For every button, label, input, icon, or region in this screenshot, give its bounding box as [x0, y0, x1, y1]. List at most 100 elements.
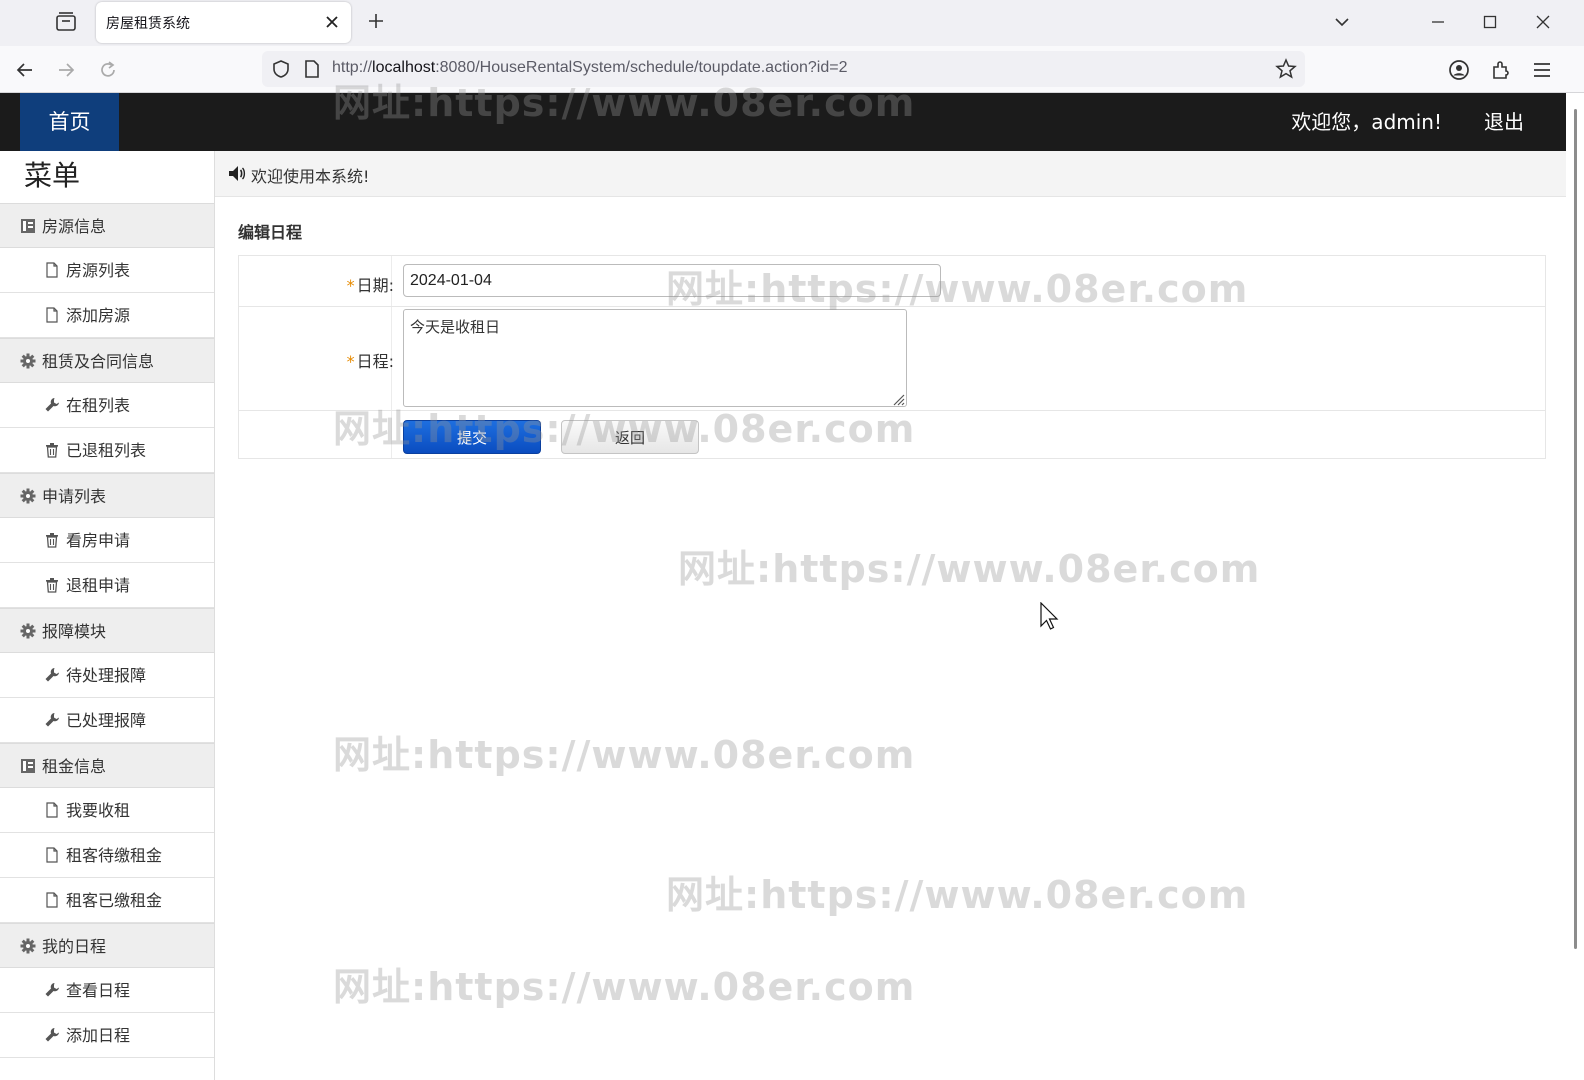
browser-tab-bar: 房屋租赁系统 — [0, 0, 1584, 46]
browser-nav-bar: http://localhost:8080/HouseRentalSystem/… — [0, 46, 1584, 93]
required-mark: * — [346, 276, 355, 295]
sidebar-item[interactable]: 待处理报障 — [0, 653, 214, 698]
sidebar-item-label: 添加日程 — [66, 1026, 131, 1045]
sidebar-item[interactable]: 添加日程 — [0, 1013, 214, 1058]
date-label: * 日期: — [347, 272, 394, 296]
sidebar-item-label: 我要收租 — [66, 801, 131, 820]
file-icon — [46, 262, 58, 278]
main-content: 欢迎使用本系统! 编辑日程 *日期: *日程: 今天是收租日 提交 返回 — [215, 151, 1566, 1080]
back-button[interactable]: 返回 — [561, 420, 699, 454]
tab-overview-icon[interactable] — [54, 11, 78, 33]
home-link[interactable]: 首页 — [20, 93, 119, 151]
sidebar-group[interactable]: 报障模块 — [0, 608, 214, 653]
chevron-down-icon[interactable] — [1332, 12, 1352, 32]
mouse-cursor-icon — [1040, 602, 1059, 630]
sidebar-item[interactable]: 查看日程 — [0, 968, 214, 1013]
extensions-icon[interactable] — [1489, 58, 1513, 82]
sidebar-item-label: 租客待缴租金 — [66, 846, 163, 865]
speaker-icon — [229, 166, 246, 181]
sidebar-item[interactable]: 在租列表 — [0, 383, 214, 428]
sidebar-group-label: 我的日程 — [42, 937, 107, 956]
notice-text: 欢迎使用本系统! — [251, 167, 370, 186]
submit-button[interactable]: 提交 — [403, 420, 541, 454]
sidebar-group[interactable]: 我的日程 — [0, 923, 214, 968]
sidebar-item-label: 已退租列表 — [66, 441, 147, 460]
sidebar-group[interactable]: 租赁及合同信息 — [0, 338, 214, 383]
file-icon — [46, 307, 58, 323]
url-prefix: http:// — [332, 59, 373, 76]
sidebar: 菜单 房源信息房源列表添加房源租赁及合同信息在租列表已退租列表申请列表看房申请退… — [0, 151, 215, 1080]
date-input[interactable] — [403, 264, 941, 297]
tab-title: 房屋租赁系统 — [106, 16, 190, 32]
resize-grip-icon[interactable] — [891, 392, 905, 406]
wrench-icon — [45, 398, 59, 412]
sidebar-item-label: 待处理报障 — [66, 666, 147, 685]
schedule-label: * 日程: — [347, 348, 394, 372]
gear-icon — [20, 353, 36, 369]
back-arrow-icon[interactable] — [13, 58, 37, 82]
sidebar-item-label: 已处理报障 — [66, 711, 147, 730]
sidebar-item[interactable]: 退租申请 — [0, 563, 214, 608]
logout-link[interactable]: 退出 — [1484, 93, 1524, 151]
gear-icon — [20, 488, 36, 504]
page-title: 编辑日程 — [238, 223, 303, 242]
list-icon — [21, 759, 35, 773]
sidebar-item[interactable]: 租客待缴租金 — [0, 833, 214, 878]
browser-tab[interactable]: 房屋租赁系统 — [96, 2, 351, 43]
app-header: 首页 欢迎您，admin! 退出 — [0, 93, 1566, 151]
sidebar-item-label: 看房申请 — [66, 531, 131, 550]
maximize-icon[interactable] — [1480, 12, 1500, 32]
page-scrollbar[interactable] — [1566, 93, 1584, 1080]
sidebar-item[interactable]: 我要收租 — [0, 788, 214, 833]
sidebar-group-label: 租金信息 — [42, 757, 107, 776]
wrench-icon — [45, 1028, 59, 1042]
schedule-textarea[interactable]: 今天是收租日 — [403, 309, 907, 407]
edit-schedule-form: *日期: *日程: 今天是收租日 提交 返回 — [238, 255, 1546, 459]
required-mark: * — [346, 352, 355, 371]
page-icon[interactable] — [303, 59, 321, 79]
sidebar-item-label: 添加房源 — [66, 306, 131, 325]
account-icon[interactable] — [1447, 58, 1471, 82]
notice-bar: 欢迎使用本系统! — [215, 151, 1566, 197]
minimize-icon[interactable] — [1428, 12, 1448, 32]
sidebar-item[interactable]: 已处理报障 — [0, 698, 214, 743]
menu-title: 菜单 — [24, 159, 81, 192]
wrench-icon — [45, 713, 59, 727]
sidebar-item[interactable]: 看房申请 — [0, 518, 214, 563]
wrench-icon — [45, 983, 59, 997]
url-path: :8080/HouseRentalSystem/schedule/toupdat… — [435, 59, 848, 76]
trash-icon — [46, 443, 58, 458]
address-bar[interactable]: http://localhost:8080/HouseRentalSystem/… — [262, 51, 1305, 87]
plus-icon[interactable] — [366, 11, 386, 31]
trash-icon — [46, 533, 58, 548]
forward-arrow-icon[interactable] — [54, 58, 78, 82]
hamburger-menu-icon[interactable] — [1530, 58, 1554, 82]
list-icon — [21, 219, 35, 233]
sidebar-group[interactable]: 申请列表 — [0, 473, 214, 518]
sidebar-item[interactable]: 租客已缴租金 — [0, 878, 214, 923]
sidebar-group-label: 租赁及合同信息 — [42, 352, 155, 371]
menu-list: 房源信息房源列表添加房源租赁及合同信息在租列表已退租列表申请列表看房申请退租申请… — [0, 203, 214, 1058]
sidebar-item-label: 退租申请 — [66, 576, 131, 595]
date-label-text: 日期: — [356, 276, 394, 295]
sidebar-item-label: 租客已缴租金 — [66, 891, 163, 910]
trash-icon — [46, 578, 58, 593]
sidebar-group[interactable]: 房源信息 — [0, 203, 214, 248]
url-text[interactable]: http://localhost:8080/HouseRentalSystem/… — [332, 59, 847, 77]
file-icon — [46, 892, 58, 908]
sidebar-group[interactable]: 租金信息 — [0, 743, 214, 788]
sidebar-item[interactable]: 房源列表 — [0, 248, 214, 293]
gear-icon — [20, 938, 36, 954]
sidebar-item[interactable]: 添加房源 — [0, 293, 214, 338]
reload-icon[interactable] — [96, 58, 120, 82]
file-icon — [46, 802, 58, 818]
window-close-icon[interactable] — [1533, 12, 1553, 32]
sidebar-group-label: 房源信息 — [42, 217, 107, 236]
scrollbar-thumb[interactable] — [1574, 109, 1577, 949]
wrench-icon — [45, 668, 59, 682]
close-icon[interactable] — [323, 13, 341, 31]
shield-icon[interactable] — [271, 59, 291, 79]
welcome-text: 欢迎您，admin! — [1291, 110, 1442, 134]
star-icon[interactable] — [1275, 58, 1297, 80]
sidebar-item[interactable]: 已退租列表 — [0, 428, 214, 473]
